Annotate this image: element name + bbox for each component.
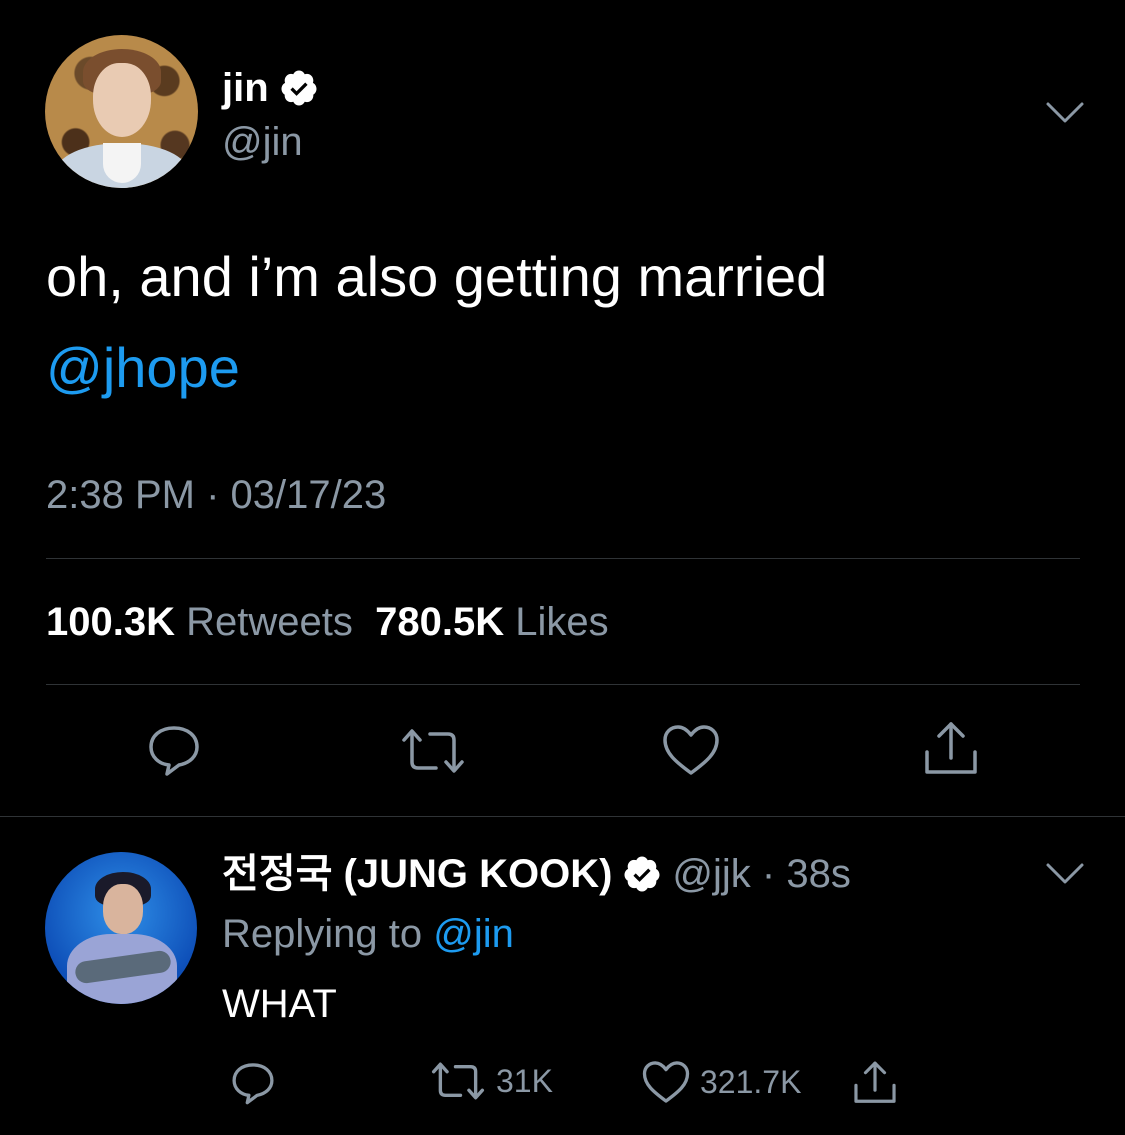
retweet-icon bbox=[431, 1062, 485, 1100]
chevron-down-icon[interactable] bbox=[1045, 862, 1085, 886]
main-tweet: jin @jin oh, and i’m also getting marrie… bbox=[0, 0, 1125, 816]
verified-badge-icon bbox=[624, 856, 660, 892]
reply-display-name[interactable]: 전정국 (JUNG KOOK) bbox=[222, 850, 612, 898]
chevron-down-icon[interactable] bbox=[1045, 101, 1085, 125]
reply-share-button[interactable] bbox=[852, 1060, 898, 1106]
reply-handle-time[interactable]: @jjk · 38s bbox=[672, 850, 850, 898]
replying-prefix: Replying to bbox=[222, 912, 423, 956]
reply-header: 전정국 (JUNG KOOK) @jjk · 38s bbox=[222, 850, 851, 898]
retweets-label[interactable]: Retweets bbox=[186, 597, 353, 647]
reply-avatar[interactable] bbox=[45, 852, 197, 1004]
display-name[interactable]: jin bbox=[222, 64, 319, 112]
display-name-text[interactable]: jin bbox=[222, 64, 269, 112]
like-icon bbox=[642, 1061, 690, 1103]
replying-mention[interactable]: @jin bbox=[433, 912, 514, 956]
divider bbox=[46, 558, 1080, 559]
avatar[interactable] bbox=[45, 35, 198, 188]
reply-retweet-count: 31K bbox=[496, 1062, 553, 1099]
share-icon bbox=[854, 1061, 896, 1103]
verified-badge-icon bbox=[281, 70, 317, 106]
reply-text: WHAT bbox=[222, 982, 337, 1026]
replying-to: Replying to @jin bbox=[222, 910, 514, 958]
reply-icon bbox=[149, 726, 199, 776]
mention-link[interactable]: @jhope bbox=[46, 333, 240, 403]
likes-count[interactable]: 780.5K bbox=[375, 597, 504, 647]
reply-retweet-button[interactable]: 31K bbox=[430, 1060, 553, 1102]
tweet-timestamp[interactable]: 2:38 PM · 03/17/23 bbox=[46, 470, 386, 520]
reply-button[interactable] bbox=[146, 722, 202, 778]
like-icon bbox=[663, 725, 719, 775]
likes-label[interactable]: Likes bbox=[515, 597, 608, 647]
tweet-text: oh, and i’m also getting married bbox=[46, 245, 828, 308]
share-button[interactable] bbox=[922, 720, 980, 778]
handle[interactable]: @jin bbox=[222, 118, 303, 166]
retweets-count[interactable]: 100.3K bbox=[46, 597, 175, 647]
section-divider bbox=[0, 816, 1125, 817]
retweet-button[interactable] bbox=[400, 726, 466, 776]
tweet-stats: 100.3K Retweets 780.5K Likes bbox=[46, 597, 609, 647]
reply-reply-button[interactable] bbox=[230, 1060, 276, 1106]
reply-like-count: 321.7K bbox=[700, 1063, 802, 1100]
divider bbox=[46, 684, 1080, 685]
like-button[interactable] bbox=[662, 724, 720, 776]
reply-icon bbox=[232, 1063, 274, 1105]
reply-like-button[interactable]: 321.7K bbox=[642, 1060, 801, 1104]
share-icon bbox=[925, 722, 977, 774]
retweet-icon bbox=[402, 729, 464, 773]
